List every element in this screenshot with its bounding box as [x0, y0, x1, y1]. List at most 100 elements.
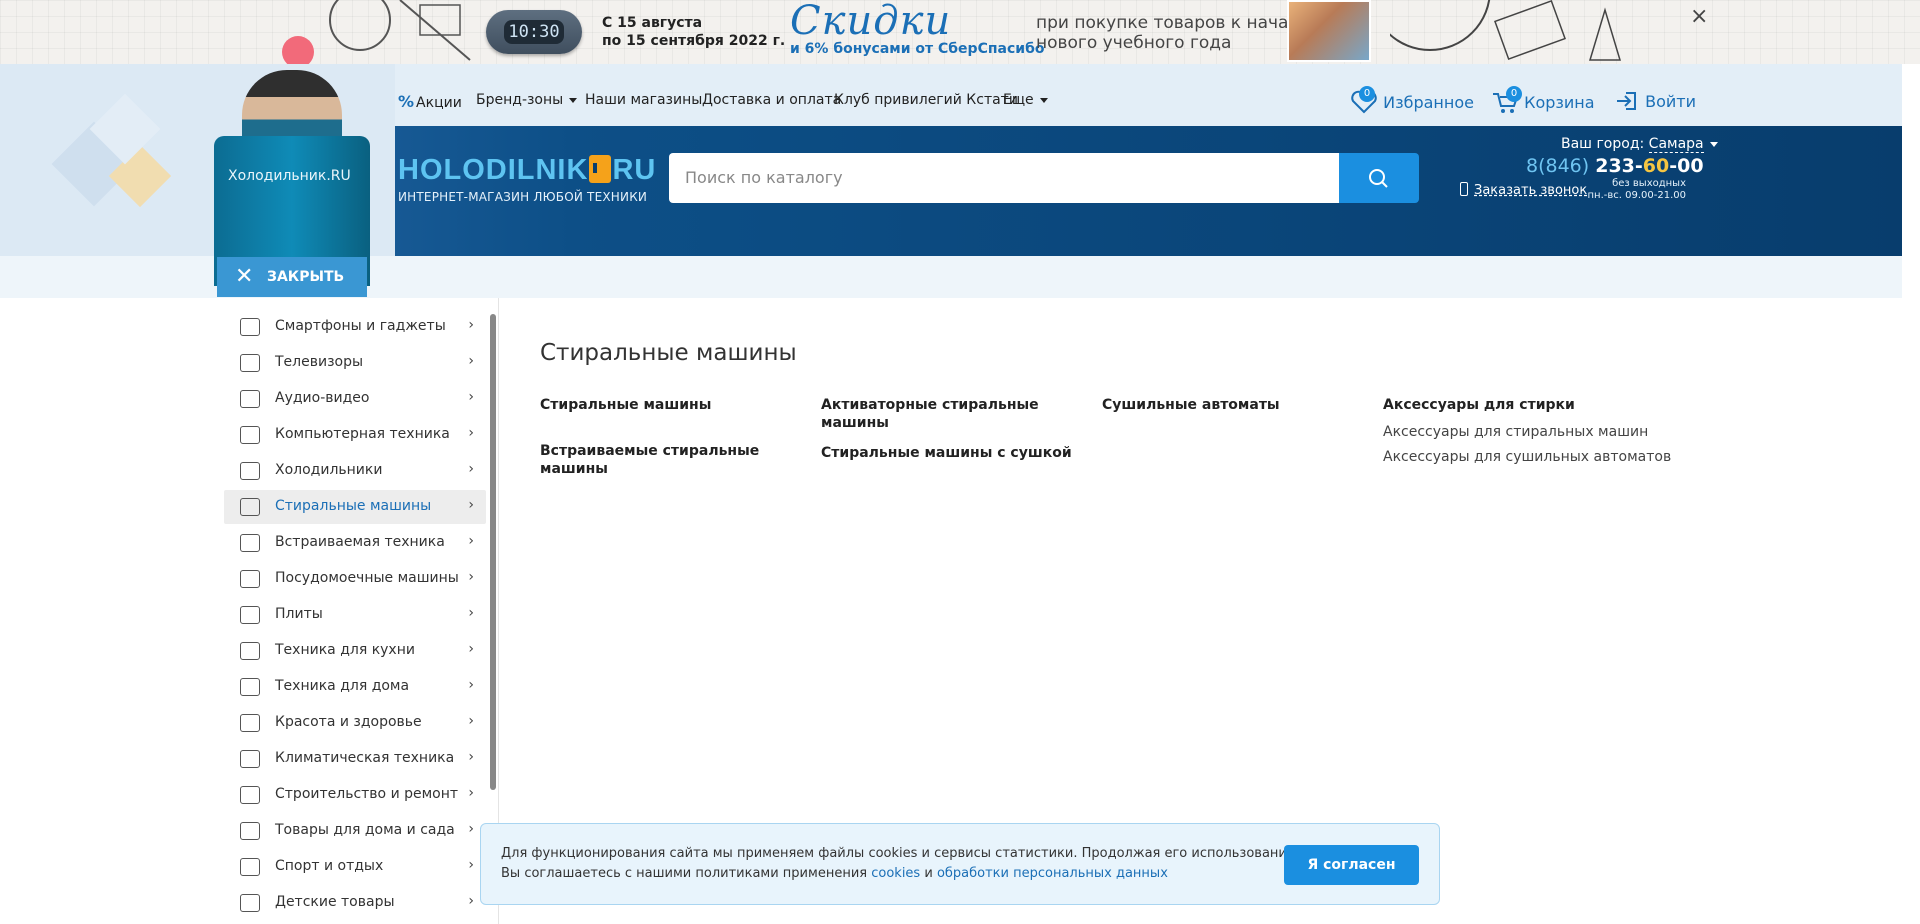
dishwasher-icon [240, 570, 260, 588]
city-selector[interactable]: Ваш город: Самара [1561, 136, 1718, 153]
subcategory-link[interactable]: Активаторные стиральные машины [821, 396, 1091, 432]
sidebar-item-label: Аудио-видео [275, 390, 370, 406]
sidebar-item[interactable]: Техника для дома › [224, 670, 486, 704]
chevron-right-icon: › [468, 821, 474, 837]
sidebar-item-label: Посудомоечные машины [275, 570, 459, 586]
promo-note: при покупке товаров к началу нового учеб… [1036, 13, 1309, 53]
fridge-label: Холодильник.RU [228, 168, 351, 184]
phone-part-a: 233- [1595, 155, 1643, 177]
hours-line2: пн.-вс. 09.00-21.00 [1587, 190, 1686, 201]
sidebar-item[interactable]: Плиты › [224, 598, 486, 632]
sidebar-item[interactable]: Аудио-видео › [224, 382, 486, 416]
clock-display: 10:30 [504, 20, 564, 44]
catalog-close-button[interactable]: ✕ ЗАКРЫТЬ [217, 257, 367, 297]
sidebar-item[interactable]: Смартфоны и гаджеты › [224, 310, 486, 344]
cookie-line1: Для функционирования сайта мы применяем … [501, 846, 1299, 861]
sidebar-item-label: Телевизоры [275, 354, 364, 370]
promo-date-start: С 15 августа [602, 15, 703, 31]
nav-more[interactable]: Еще [1003, 92, 1048, 108]
chevron-right-icon: › [468, 569, 474, 585]
nav-label: Наши магазины [585, 92, 703, 108]
sidebar-item-label: Плиты [275, 606, 323, 622]
nav-stores[interactable]: Наши магазины [585, 92, 702, 108]
sidebar-item[interactable]: Красота и здоровье › [224, 706, 486, 740]
mobile-phone-icon [1460, 182, 1468, 196]
sidebar-item-label: Климатическая техника [275, 750, 455, 766]
phone-part-c: -00 [1669, 155, 1704, 177]
promo-note-line2: нового учебного года [1036, 33, 1232, 53]
notebook-illustration [1369, 0, 1622, 64]
nav-label: Бренд-зоны [476, 92, 564, 108]
smartphone-icon [240, 318, 260, 336]
cookie-line2-prefix: Вы соглашаетесь с нашими политиками прим… [501, 866, 868, 881]
callback-label: Заказать звонок [1474, 183, 1588, 198]
login-link[interactable]: Войти [1614, 90, 1696, 112]
sidebar-item[interactable]: Строительство и ремонт › [224, 778, 486, 812]
phone-part-b: 60 [1642, 155, 1670, 177]
page-title: Стиральные машины [540, 340, 797, 366]
promo-bonus-text: и 6% бонусами от СберСпасибо [790, 41, 1045, 57]
alarm-clock-icon: 10:30 [486, 10, 582, 54]
sidebar-item[interactable]: Техника для кухни › [224, 634, 486, 668]
subcategory-link[interactable]: Стиральные машины [540, 396, 770, 414]
subcategory-sublink[interactable]: Аксессуары для сушильных автоматов [1383, 449, 1671, 465]
chevron-right-icon: › [468, 677, 474, 693]
logo-text-right: RU [612, 154, 657, 186]
sidebar-item-label: Встраиваемая техника [275, 534, 445, 550]
cookies-policy-link[interactable]: cookies [871, 866, 920, 881]
sidebar-item[interactable]: Детские товары › [224, 886, 486, 920]
chevron-right-icon: › [468, 533, 474, 549]
chevron-right-icon: › [468, 317, 474, 333]
privacy-policy-link[interactable]: обработки персональных данных [937, 866, 1168, 881]
chevron-right-icon: › [468, 857, 474, 873]
chevron-right-icon: › [468, 785, 474, 801]
dumbbell-icon [240, 858, 260, 876]
nav-delivery[interactable]: Доставка и оплата [702, 92, 841, 108]
cookie-accept-button[interactable]: Я согласен [1284, 845, 1419, 885]
sidebar-item-label: Строительство и ремонт [275, 786, 459, 802]
subcategory-link[interactable]: Стиральные машины с сушкой [821, 444, 1091, 462]
sidebar-item[interactable]: Стиральные машины › [224, 490, 486, 524]
iron-icon [240, 678, 260, 696]
phone-number[interactable]: 8(846) 233-60-00 [1526, 155, 1704, 177]
logo-text-left: HOLODILNIK [398, 154, 589, 186]
sidebar-item[interactable]: Телевизоры › [224, 346, 486, 380]
sidebar-scrollbar[interactable] [490, 314, 496, 790]
sidebar-item[interactable]: Встраиваемая техника › [224, 526, 486, 560]
promo-close-icon[interactable]: × [1690, 4, 1708, 29]
sidebar-item[interactable]: Спорт и отдых › [224, 850, 486, 884]
subcategory-link[interactable]: Встраиваемые стиральные машины [540, 442, 770, 478]
chevron-right-icon: › [468, 425, 474, 441]
close-label: ЗАКРЫТЬ [267, 269, 345, 285]
percent-icon: % [398, 92, 415, 111]
city-value: Самара [1648, 136, 1704, 153]
promo-date-end: по 15 сентября 2022 г. [602, 33, 786, 49]
sidebar-item[interactable]: Посудомоечные машины › [224, 562, 486, 596]
search-input[interactable]: Поиск по каталогу [669, 153, 1339, 203]
logo-fridge-icon [589, 155, 612, 183]
callback-link[interactable]: Заказать звонок [1460, 182, 1587, 198]
site-logo[interactable]: HOLODILNIK RU [398, 154, 656, 187]
nav-label: Еще [1003, 92, 1034, 108]
sidebar-item[interactable]: Климатическая техника › [224, 742, 486, 776]
search-button[interactable] [1339, 153, 1419, 203]
cookie-text: Для функционирования сайта мы применяем … [501, 844, 1299, 884]
nav-brand-zones[interactable]: Бренд-зоны [476, 92, 578, 108]
promo-banner[interactable]: 10:30 С 15 августа по 15 сентября 2022 г… [0, 0, 1920, 64]
sidebar-item[interactable]: Товары для дома и сада › [224, 814, 486, 848]
sidebar-item-label: Техника для дома [275, 678, 410, 694]
nav-label: Акции [416, 95, 462, 111]
nav-club[interactable]: Клуб привилегий Кстати [834, 92, 1018, 108]
subcategory-link[interactable]: Сушильные автоматы [1102, 396, 1332, 414]
promo-dates: С 15 августа по 15 сентября 2022 г. [602, 14, 785, 50]
nav-promotions[interactable]: % Акции [398, 92, 462, 111]
subcategory-sublink[interactable]: Аксессуары для стиральных машин [1383, 424, 1648, 440]
subcategory-heading[interactable]: Аксессуары для стирки [1383, 396, 1683, 414]
chevron-right-icon: › [468, 605, 474, 621]
search-icon [1369, 169, 1388, 188]
sidebar-item[interactable]: Холодильники › [224, 454, 486, 488]
sidebar-item-label: Компьютерная техника [275, 426, 450, 442]
sidebar-item-label: Красота и здоровье [275, 714, 422, 730]
sidebar-item[interactable]: Компьютерная техника › [224, 418, 486, 452]
builtin-icon [240, 534, 260, 552]
